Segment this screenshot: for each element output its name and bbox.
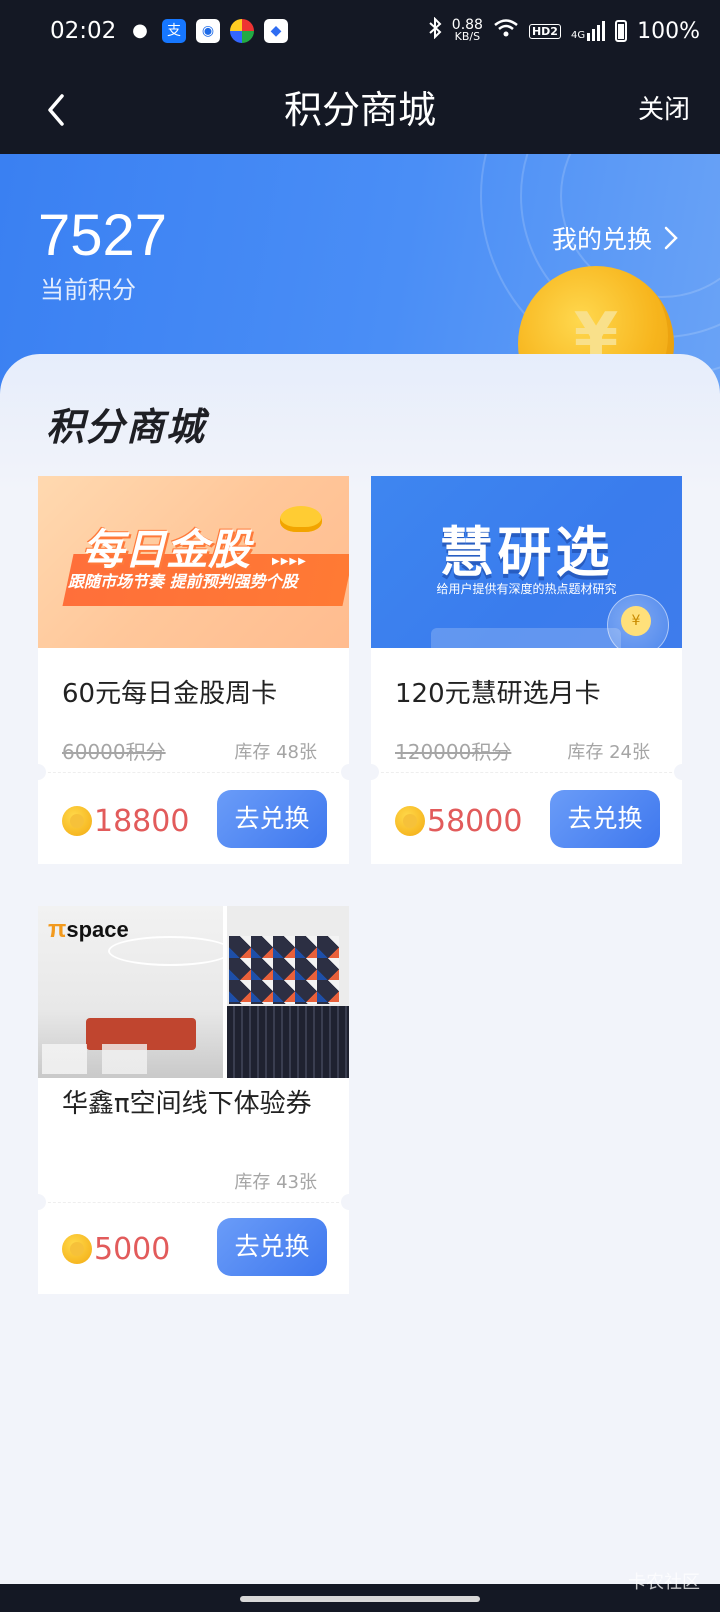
card-notch — [674, 764, 682, 780]
points-price: 18800 — [94, 804, 190, 839]
section-title: 积分商城 — [46, 405, 207, 449]
bluetooth-icon — [428, 16, 442, 45]
coin-icon — [62, 1234, 92, 1264]
mosaic-wall — [229, 936, 339, 1004]
status-right: 0.88 KB/S HD2 4G 100% — [428, 16, 700, 45]
product-card[interactable]: 慧研选 给用户提供有深度的热点题材研究 ¥ 120元慧研选月卡 120000积分… — [371, 476, 682, 864]
banner-subline: 跟随市场节奏 提前预判强势个股 — [68, 572, 298, 591]
card-divider — [38, 1202, 349, 1203]
product-image-hui-research: 慧研选 给用户提供有深度的热点题材研究 ¥ — [371, 476, 682, 648]
banner-decor-panel — [431, 628, 621, 648]
alipay-icon: 支 — [162, 19, 186, 43]
card-divider — [38, 772, 349, 773]
bar-counter — [227, 1006, 349, 1078]
points-value: 7527 — [38, 203, 168, 268]
points-price: 58000 — [427, 804, 523, 839]
my-exchange-link[interactable]: 我的兑换 — [552, 220, 678, 256]
stock-count: 库存 43张 — [234, 1172, 317, 1193]
wechat-icon: ● — [132, 20, 148, 41]
coin-icon: ¥ — [621, 606, 651, 636]
card-notch — [371, 764, 379, 780]
redeem-button[interactable]: 去兑换 — [217, 790, 327, 848]
network-speed: 0.88 KB/S — [452, 18, 483, 43]
gold-ingot-icon — [280, 506, 322, 532]
signal-label: 4G — [570, 30, 586, 41]
original-price: 120000积分 — [395, 740, 512, 764]
arrows-icon: ▶▶▶▶ — [272, 556, 307, 567]
stock-count: 库存 48张 — [234, 742, 317, 763]
wifi-icon — [493, 18, 519, 44]
home-indicator[interactable] — [240, 1596, 480, 1602]
signal-icon: 4G — [570, 21, 606, 41]
browser-icon: ◉ — [196, 19, 220, 43]
product-image-daily-stock: 每日金股 跟随市场节奏 提前预判强势个股 ▶▶▶▶ — [38, 476, 349, 648]
product-image-pi-space: πspace — [38, 906, 349, 1078]
original-price: 60000积分 — [62, 740, 166, 764]
battery-icon — [615, 20, 628, 42]
status-time: 02:02 — [50, 18, 117, 44]
card-notch — [38, 764, 46, 780]
pi-space-logo: πspace — [48, 916, 129, 943]
hd-icon: HD2 — [528, 23, 561, 39]
status-bar: 02:02 ● 支 ◉ ◆ 0.88 KB/S HD2 4G 100% — [0, 0, 720, 66]
chairs — [42, 1044, 192, 1074]
battery-percent: 100% — [637, 18, 700, 44]
product-name: 120元慧研选月卡 — [395, 679, 601, 709]
status-app-icons: ● 支 ◉ ◆ — [128, 19, 288, 43]
points-price: 5000 — [94, 1232, 171, 1267]
product-card[interactable]: 每日金股 跟随市场节奏 提前预判强势个股 ▶▶▶▶ 60元每日金股周卡 6000… — [38, 476, 349, 864]
coin-icon — [62, 806, 92, 836]
baidu-icon: ◆ — [264, 19, 288, 43]
card-divider — [371, 772, 682, 773]
page-title: 积分商城 — [283, 88, 436, 132]
home-indicator-bar — [0, 1584, 720, 1612]
product-name: 华鑫π空间线下体验券 — [62, 1089, 312, 1119]
close-button[interactable]: 关闭 — [638, 92, 690, 128]
product-card[interactable]: πspace 华鑫π空间线下体验券 库存 43张 5000 去兑换 — [38, 906, 349, 1294]
redeem-button[interactable]: 去兑换 — [217, 1218, 327, 1276]
card-notch — [38, 1194, 46, 1210]
points-label: 当前积分 — [40, 276, 136, 304]
banner-headline: 慧研选 — [439, 521, 614, 584]
banner-coin-symbol: ¥ — [631, 613, 641, 629]
chevron-right-icon — [664, 226, 678, 250]
watermark: 卡农社区 — [628, 1572, 700, 1593]
coin-icon — [395, 806, 425, 836]
colorful-app-icon — [230, 19, 254, 43]
my-exchange-label: 我的兑换 — [551, 225, 652, 254]
redeem-button[interactable]: 去兑换 — [550, 790, 660, 848]
card-notch — [341, 764, 349, 780]
network-speed-unit: KB/S — [454, 30, 481, 43]
product-name: 60元每日金股周卡 — [62, 679, 278, 709]
card-notch — [341, 1194, 349, 1210]
nav-bar: 积分商城 关闭 — [0, 66, 720, 154]
stock-count: 库存 24张 — [567, 742, 650, 763]
